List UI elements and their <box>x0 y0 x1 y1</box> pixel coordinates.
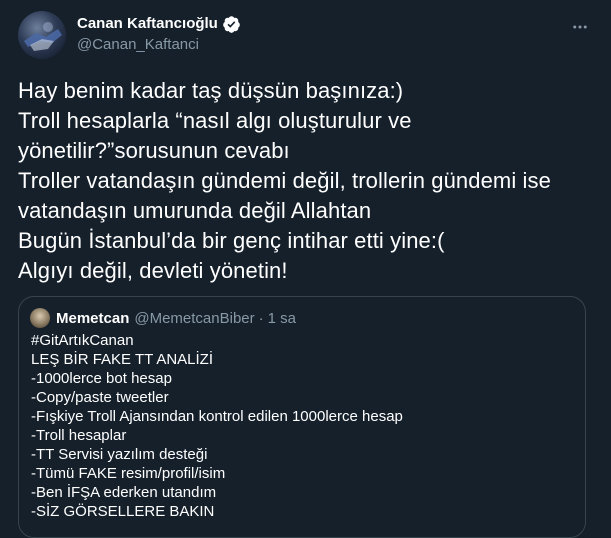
quoted-text-line: -Troll hesaplar <box>31 427 127 444</box>
author-info: Canan Kaftancıoğlu @Canan_Kaftanci <box>77 14 241 55</box>
quoted-author-handle: @MemetcanBiber <box>134 309 255 327</box>
quoted-text-line: -Fışkiye Troll Ajansından kontrol edilen… <box>31 408 403 425</box>
tweet-card: Canan Kaftancıoğlu @Canan_Kaftanci Hay b… <box>0 0 611 538</box>
quoted-text-line: -Copy/paste tweetler <box>31 389 169 406</box>
author-display-name[interactable]: Canan Kaftancıoğlu <box>77 14 218 34</box>
author-handle[interactable]: @Canan_Kaftanci <box>77 35 241 55</box>
tweet-text-line: Troller vatandaşın gündemi değil, trolle… <box>18 168 551 193</box>
tweet-text-line: yönetilir?”sorusunun cevabı <box>18 138 290 163</box>
quoted-tweet-header: Memetcan @MemetcanBiber · 1 sa <box>30 308 296 328</box>
quoted-text-line: -TT Servisi yazılım desteği <box>31 446 208 463</box>
tweet-text-line: Algıyı değil, devleti yönetin! <box>18 258 288 283</box>
tweet-text-line: Bugün İstanbul’da bir genç intihar etti … <box>18 228 445 253</box>
quoted-author-avatar <box>30 308 50 328</box>
quoted-tweet-text: #GitArtıkCanan LEŞ BİR FAKE TT ANALİZİ -… <box>31 331 403 521</box>
author-avatar[interactable] <box>18 11 66 59</box>
tweet-text-line: Hay benim kadar taş düşsün başınıza:) <box>18 78 404 103</box>
quoted-text-line: -SİZ GÖRSELLERE BAKIN <box>31 503 215 520</box>
quoted-author-display-name: Memetcan <box>56 309 130 327</box>
tweet-text-line: Troll hesaplarla “nasıl algı oluşturulur… <box>18 108 412 133</box>
more-options-icon[interactable] <box>569 16 591 38</box>
tweet-text-line: vatandaşın umurunda değil Allahtan <box>18 198 372 223</box>
quoted-text-line: #GitArtıkCanan <box>31 332 134 349</box>
quoted-tweet-timestamp[interactable]: 1 sa <box>268 310 296 327</box>
separator-dot: · <box>258 309 264 327</box>
tweet-text: Hay benim kadar taş düşsün başınıza:) Tr… <box>18 76 598 286</box>
quoted-text-line: -1000lerce bot hesap <box>31 370 172 387</box>
quoted-text-line: -Ben İFŞA ederken utandım <box>31 484 217 501</box>
quoted-text-line: LEŞ BİR FAKE TT ANALİZİ <box>31 351 214 368</box>
quoted-tweet[interactable]: Memetcan @MemetcanBiber · 1 sa #GitArtık… <box>18 296 586 538</box>
verified-badge-icon <box>222 15 241 34</box>
quoted-text-line: -Tümü FAKE resim/profil/isim <box>31 465 226 482</box>
